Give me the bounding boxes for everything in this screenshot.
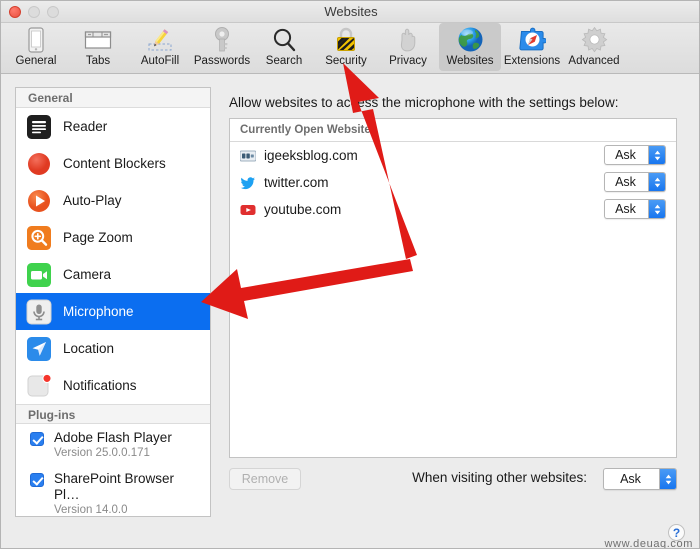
sidebar-item-content-blockers[interactable]: Content Blockers bbox=[16, 145, 210, 182]
chevron-updown-icon bbox=[648, 146, 665, 164]
toolbar-tab-privacy-label: Privacy bbox=[389, 55, 427, 67]
notifications-icon bbox=[26, 373, 52, 399]
website-permission-value: Ask bbox=[615, 202, 636, 216]
twitter-favicon bbox=[240, 175, 256, 191]
toolbar-tab-extensions-label: Extensions bbox=[503, 55, 561, 67]
sidebar-item-notifications[interactable]: Notifications bbox=[16, 367, 210, 404]
websites-list-header: Currently Open Websites bbox=[230, 119, 676, 142]
sidebar-item-page-zoom-label: Page Zoom bbox=[63, 230, 133, 245]
toolbar-tab-advanced[interactable]: Advanced bbox=[563, 23, 625, 71]
preferences-toolbar: General Tabs AutoFill Passwords Search S… bbox=[1, 23, 699, 74]
microphone-icon bbox=[26, 299, 52, 325]
plugin-checkbox[interactable] bbox=[30, 432, 44, 446]
title-bar: Websites bbox=[1, 1, 699, 23]
sidebar-item-location[interactable]: Location bbox=[16, 330, 210, 367]
plugin-version: Version 25.0.0.171 bbox=[54, 447, 150, 459]
sidebar-item-microphone-label: Microphone bbox=[63, 304, 134, 319]
search-icon bbox=[269, 25, 299, 54]
page-zoom-icon bbox=[26, 225, 52, 251]
sidebar-item-location-label: Location bbox=[63, 341, 115, 356]
toolbar-tab-security[interactable]: Security bbox=[315, 23, 377, 71]
sidebar-item-auto-play[interactable]: Auto-Play bbox=[16, 182, 210, 219]
toolbar-tab-passwords-label: Passwords bbox=[193, 55, 251, 67]
toolbar-tab-general-label: General bbox=[15, 55, 57, 67]
extensions-icon bbox=[517, 25, 547, 54]
toolbar-tab-autofill[interactable]: AutoFill bbox=[129, 23, 191, 71]
igeeksblog-favicon bbox=[239, 148, 257, 164]
website-permission-value: Ask bbox=[615, 175, 636, 189]
website-permission-dropdown[interactable]: Ask bbox=[604, 199, 666, 219]
settings-sidebar: General Reader Content Blockers Auto-Pla… bbox=[15, 87, 211, 517]
website-permission-value: Ask bbox=[615, 148, 636, 162]
toolbar-tab-search-label: Search bbox=[265, 55, 303, 67]
sidebar-group-plugins-header: Plug-ins bbox=[16, 404, 210, 424]
plugin-name: Adobe Flash Player bbox=[54, 430, 172, 445]
autofill-icon bbox=[145, 25, 175, 54]
camera-icon bbox=[26, 262, 52, 288]
main-panel: Allow websites to access the microphone … bbox=[223, 87, 687, 517]
toolbar-tab-passwords[interactable]: Passwords bbox=[191, 23, 253, 71]
youtube-favicon bbox=[240, 202, 256, 218]
plugin-name: SharePoint Browser Pl… bbox=[54, 471, 175, 502]
default-permission-dropdown[interactable]: Ask bbox=[603, 468, 677, 490]
sidebar-item-microphone[interactable]: Microphone bbox=[16, 293, 210, 330]
privacy-icon bbox=[393, 25, 423, 54]
sidebar-item-camera-label: Camera bbox=[63, 267, 112, 282]
auto-play-icon bbox=[26, 188, 52, 214]
remove-button[interactable]: Remove bbox=[229, 468, 301, 490]
sidebar-group-general-header: General bbox=[16, 88, 210, 108]
general-icon bbox=[21, 25, 51, 54]
website-domain: twitter.com bbox=[264, 175, 329, 190]
toolbar-tab-tabs-label: Tabs bbox=[85, 55, 111, 67]
sidebar-item-reader[interactable]: Reader bbox=[16, 108, 210, 145]
window-title: Websites bbox=[324, 4, 378, 19]
toolbar-tab-privacy[interactable]: Privacy bbox=[377, 23, 439, 71]
preferences-window: Websites General Tabs AutoFill Passwords… bbox=[0, 0, 700, 549]
website-row-youtube[interactable]: youtube.com Ask bbox=[230, 196, 676, 223]
website-permission-dropdown[interactable]: Ask bbox=[604, 172, 666, 192]
sidebar-plugin-adobe-flash-player[interactable]: Adobe Flash Player Version 25.0.0.171 bbox=[16, 424, 210, 465]
chevron-updown-icon bbox=[659, 469, 676, 489]
location-icon bbox=[26, 336, 52, 362]
toolbar-tab-search[interactable]: Search bbox=[253, 23, 315, 71]
toolbar-tab-websites-label: Websites bbox=[446, 55, 494, 67]
plugin-checkbox[interactable] bbox=[30, 473, 44, 487]
tabs-icon bbox=[83, 25, 113, 54]
sidebar-item-content-blockers-label: Content Blockers bbox=[63, 156, 166, 171]
toolbar-tab-tabs[interactable]: Tabs bbox=[67, 23, 129, 71]
plugin-version: Version 14.0.0 bbox=[54, 504, 128, 516]
website-domain: youtube.com bbox=[264, 202, 342, 217]
chevron-updown-icon bbox=[648, 173, 665, 191]
sidebar-item-auto-play-label: Auto-Play bbox=[63, 193, 122, 208]
toolbar-tab-extensions[interactable]: Extensions bbox=[501, 23, 563, 71]
website-row-twitter[interactable]: twitter.com Ask bbox=[230, 169, 676, 196]
website-permission-dropdown[interactable]: Ask bbox=[604, 145, 666, 165]
preferences-content: General Reader Content Blockers Auto-Pla… bbox=[1, 74, 699, 549]
reader-icon bbox=[26, 114, 52, 140]
toolbar-tab-advanced-label: Advanced bbox=[568, 55, 620, 67]
watermark: www.deuaq.com bbox=[604, 538, 693, 549]
content-blockers-icon bbox=[26, 151, 52, 177]
default-permission-value: Ask bbox=[620, 472, 641, 486]
visiting-other-websites-label: When visiting other websites: bbox=[412, 470, 587, 485]
sidebar-item-notifications-label: Notifications bbox=[63, 378, 137, 393]
sidebar-item-reader-label: Reader bbox=[63, 119, 108, 134]
toolbar-tab-general[interactable]: General bbox=[5, 23, 67, 71]
panel-bottom-bar: Remove When visiting other websites: Ask bbox=[229, 468, 677, 492]
security-icon bbox=[331, 25, 361, 54]
sidebar-item-page-zoom[interactable]: Page Zoom bbox=[16, 219, 210, 256]
panel-description: Allow websites to access the microphone … bbox=[229, 95, 619, 110]
sidebar-plugin-sharepoint-browser[interactable]: SharePoint Browser Pl… Version 14.0.0 bbox=[16, 465, 210, 516]
website-row-igeeksblog[interactable]: igeeksblog.com Ask bbox=[230, 142, 676, 169]
websites-icon bbox=[455, 25, 485, 54]
sidebar-item-camera[interactable]: Camera bbox=[16, 256, 210, 293]
chevron-updown-icon bbox=[648, 200, 665, 218]
passwords-icon bbox=[207, 25, 237, 54]
toolbar-tab-websites[interactable]: Websites bbox=[439, 23, 501, 71]
websites-list: Currently Open Websites igeeksblog.com A… bbox=[229, 118, 677, 458]
website-domain: igeeksblog.com bbox=[264, 148, 358, 163]
toolbar-tab-security-label: Security bbox=[325, 55, 367, 67]
toolbar-tab-autofill-label: AutoFill bbox=[140, 55, 180, 67]
advanced-icon bbox=[579, 25, 609, 54]
